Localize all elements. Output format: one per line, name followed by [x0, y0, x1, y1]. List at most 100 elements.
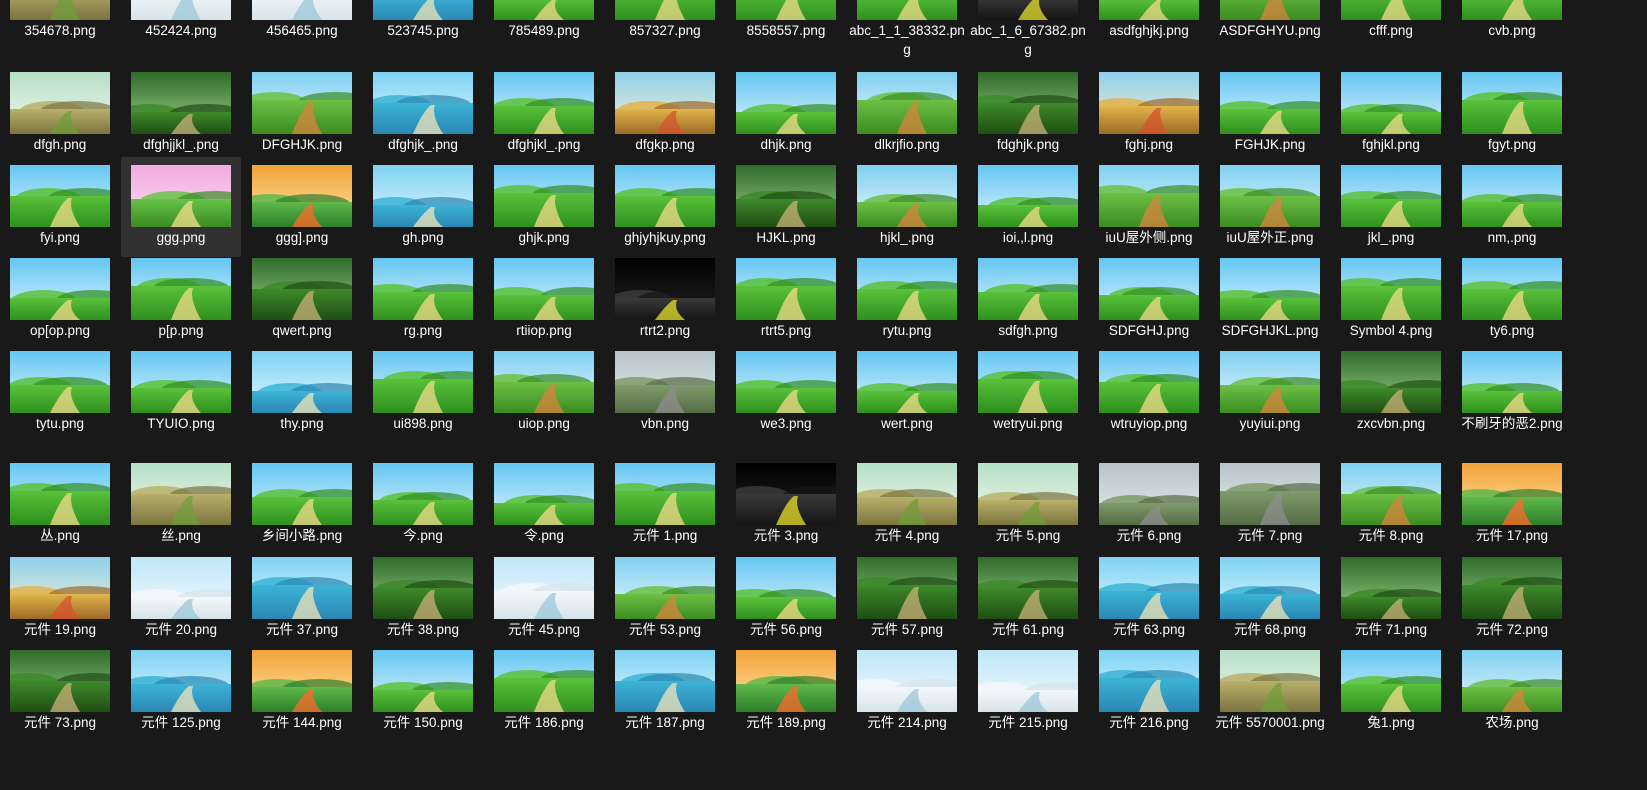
- file-thumbnail[interactable]: [10, 463, 110, 525]
- file-item[interactable]: HJKL.png: [726, 157, 846, 257]
- file-item[interactable]: FGHJK.png: [1210, 64, 1330, 164]
- file-thumbnail[interactable]: [978, 165, 1078, 227]
- file-item[interactable]: iuU屋外正.png: [1210, 157, 1330, 257]
- file-item[interactable]: 857327.png: [605, 0, 725, 50]
- file-item[interactable]: 452424.png: [121, 0, 241, 50]
- file-thumbnail[interactable]: [1341, 557, 1441, 619]
- file-thumbnail[interactable]: [615, 258, 715, 320]
- file-item[interactable]: 元件 4.png: [847, 455, 967, 555]
- file-item[interactable]: zxcvbn.png: [1331, 343, 1451, 443]
- file-item[interactable]: fghj.png: [1089, 64, 1209, 164]
- file-item[interactable]: Symbol 4.png: [1331, 250, 1451, 350]
- file-thumbnail[interactable]: [494, 258, 594, 320]
- file-thumbnail[interactable]: [615, 650, 715, 712]
- file-item[interactable]: 令.png: [484, 455, 604, 555]
- file-thumbnail[interactable]: [736, 650, 836, 712]
- file-item[interactable]: 785489.png: [484, 0, 604, 50]
- file-item[interactable]: 元件 45.png: [484, 549, 604, 649]
- file-thumbnail[interactable]: [1099, 165, 1199, 227]
- file-item[interactable]: fghjkl.png: [1331, 64, 1451, 164]
- file-thumbnail[interactable]: [252, 165, 352, 227]
- file-thumbnail[interactable]: [978, 557, 1078, 619]
- file-thumbnail[interactable]: [615, 557, 715, 619]
- file-thumbnail[interactable]: [1462, 72, 1562, 134]
- file-item[interactable]: 元件 6.png: [1089, 455, 1209, 555]
- file-item[interactable]: 兔1.png: [1331, 642, 1451, 742]
- file-item[interactable]: 354678.png: [0, 0, 120, 50]
- file-item[interactable]: DFGHJK.png: [242, 64, 362, 164]
- file-thumbnail[interactable]: [131, 557, 231, 619]
- file-thumbnail[interactable]: [10, 650, 110, 712]
- file-item[interactable]: 元件 215.png: [968, 642, 1088, 742]
- file-thumbnail[interactable]: [1220, 72, 1320, 134]
- file-thumbnail[interactable]: [373, 557, 473, 619]
- file-thumbnail[interactable]: [373, 72, 473, 134]
- file-thumbnail[interactable]: [10, 557, 110, 619]
- file-item[interactable]: 不刷牙的恶2.png: [1452, 343, 1572, 443]
- file-thumbnail[interactable]: [1220, 258, 1320, 320]
- file-item[interactable]: 元件 5570001.png: [1210, 642, 1330, 742]
- file-thumbnail[interactable]: [857, 0, 957, 20]
- file-thumbnail[interactable]: [857, 351, 957, 413]
- file-thumbnail[interactable]: [10, 351, 110, 413]
- file-item[interactable]: 元件 125.png: [121, 642, 241, 742]
- file-item[interactable]: 元件 7.png: [1210, 455, 1330, 555]
- file-thumbnail[interactable]: [1220, 650, 1320, 712]
- file-item[interactable]: 元件 150.png: [363, 642, 483, 742]
- file-thumbnail[interactable]: [1462, 351, 1562, 413]
- file-thumbnail[interactable]: [10, 258, 110, 320]
- file-item[interactable]: fgyt.png: [1452, 64, 1572, 164]
- file-thumbnail[interactable]: [252, 0, 352, 20]
- file-item[interactable]: dfghjk_.png: [363, 64, 483, 164]
- file-item[interactable]: iuU屋外侧.png: [1089, 157, 1209, 257]
- file-thumbnail[interactable]: [494, 72, 594, 134]
- file-item[interactable]: ggg.png: [121, 157, 241, 257]
- file-item[interactable]: 元件 57.png: [847, 549, 967, 649]
- file-thumbnail[interactable]: [131, 650, 231, 712]
- file-item[interactable]: 元件 214.png: [847, 642, 967, 742]
- file-item[interactable]: 丛.png: [0, 455, 120, 555]
- file-item[interactable]: 农场.png: [1452, 642, 1572, 742]
- file-thumbnail[interactable]: [1220, 557, 1320, 619]
- file-thumbnail[interactable]: [1099, 557, 1199, 619]
- file-item[interactable]: 元件 186.png: [484, 642, 604, 742]
- file-thumbnail[interactable]: [373, 0, 473, 20]
- file-item[interactable]: tytu.png: [0, 343, 120, 443]
- file-thumbnail[interactable]: [494, 463, 594, 525]
- file-thumbnail[interactable]: [10, 72, 110, 134]
- file-thumbnail[interactable]: [131, 463, 231, 525]
- file-item[interactable]: rtrt5.png: [726, 250, 846, 350]
- file-thumbnail[interactable]: [1341, 650, 1441, 712]
- file-thumbnail[interactable]: [494, 0, 594, 20]
- file-thumbnail[interactable]: [1341, 463, 1441, 525]
- file-item[interactable]: dfgh.png: [0, 64, 120, 164]
- file-item[interactable]: sdfgh.png: [968, 250, 1088, 350]
- file-thumbnail[interactable]: [857, 650, 957, 712]
- file-thumbnail[interactable]: [252, 351, 352, 413]
- file-item[interactable]: 8558557.png: [726, 0, 846, 50]
- file-item[interactable]: fyi.png: [0, 157, 120, 257]
- file-item[interactable]: rg.png: [363, 250, 483, 350]
- file-thumbnail[interactable]: [1099, 351, 1199, 413]
- file-thumbnail[interactable]: [252, 258, 352, 320]
- file-item[interactable]: 元件 189.png: [726, 642, 846, 742]
- file-item[interactable]: wetryui.png: [968, 343, 1088, 443]
- file-thumbnail[interactable]: [1099, 258, 1199, 320]
- file-item[interactable]: ui898.png: [363, 343, 483, 443]
- file-thumbnail[interactable]: [1462, 258, 1562, 320]
- file-thumbnail[interactable]: [1462, 0, 1562, 20]
- file-item[interactable]: 元件 37.png: [242, 549, 362, 649]
- file-thumbnail[interactable]: [1220, 463, 1320, 525]
- file-item[interactable]: 元件 68.png: [1210, 549, 1330, 649]
- file-item[interactable]: jkl_.png: [1331, 157, 1451, 257]
- file-thumbnail[interactable]: [978, 650, 1078, 712]
- file-thumbnail[interactable]: [978, 351, 1078, 413]
- file-thumbnail[interactable]: [1099, 650, 1199, 712]
- file-item[interactable]: ghjk.png: [484, 157, 604, 257]
- file-thumbnail[interactable]: [373, 165, 473, 227]
- file-item[interactable]: rtiiop.png: [484, 250, 604, 350]
- file-item[interactable]: vbn.png: [605, 343, 725, 443]
- file-item[interactable]: wtruyiop.png: [1089, 343, 1209, 443]
- file-item[interactable]: 元件 19.png: [0, 549, 120, 649]
- file-thumbnail[interactable]: [1462, 463, 1562, 525]
